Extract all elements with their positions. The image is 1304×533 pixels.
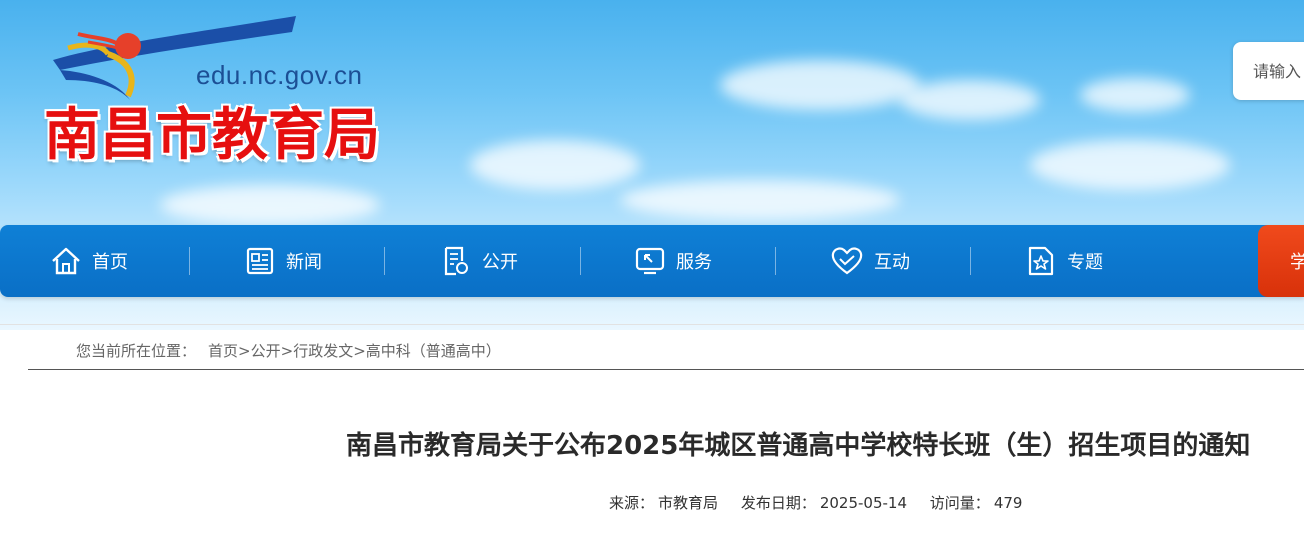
article-meta: 来源： 市教育局 发布日期： 2025-05-14 访问量： 479: [609, 492, 1026, 513]
nav-label: 专题: [1067, 252, 1103, 273]
nav-label: 公开: [482, 252, 518, 273]
nav-divider: [580, 247, 581, 275]
nav-label: 服务: [676, 252, 712, 273]
nav-item-home[interactable]: 首页: [50, 225, 128, 297]
breadcrumb: 您当前所在位置： 首页>公开>行政发文>高中科（普通高中）: [76, 340, 501, 361]
source-value: 市教育局: [658, 494, 719, 512]
views-label: 访问量：: [929, 494, 990, 512]
cloud: [470, 140, 640, 190]
cloud: [720, 60, 920, 110]
nav-divider: [189, 247, 190, 275]
views-value: 479: [993, 494, 1023, 512]
home-icon: [52, 247, 80, 275]
breadcrumb-link-public[interactable]: 公开: [251, 342, 281, 360]
breadcrumb-link-high-school[interactable]: 高中科（普通高中）: [366, 342, 501, 360]
cloud: [1030, 140, 1230, 190]
search-input[interactable]: [1233, 42, 1304, 100]
star-page-icon: [1028, 246, 1054, 276]
divider: [0, 324, 1304, 325]
nav-label: 互动: [874, 252, 910, 273]
cloud: [1080, 78, 1190, 112]
nav-divider: [970, 247, 971, 275]
document-icon: [444, 246, 468, 276]
breadcrumb-prefix: 您当前所在位置：: [76, 342, 197, 360]
breadcrumb-divider: [28, 369, 1304, 370]
source-label: 来源：: [609, 494, 655, 512]
nav-label: 新闻: [286, 252, 322, 273]
nav-item-topics[interactable]: 专题: [1025, 225, 1103, 297]
date-label: 发布日期：: [740, 494, 816, 512]
nav-item-public[interactable]: 公开: [440, 225, 518, 297]
nav-label: 首页: [92, 252, 128, 273]
nav-item-service[interactable]: 服务: [634, 225, 712, 297]
nav-item-extra[interactable]: 学: [1258, 225, 1304, 297]
nav-extra-label: 学: [1290, 252, 1304, 273]
heart-icon: [831, 247, 863, 275]
cloud: [620, 180, 900, 220]
breadcrumb-link-home[interactable]: 首页: [208, 342, 238, 360]
breadcrumb-separator: >: [353, 342, 366, 360]
nav-item-news[interactable]: 新闻: [244, 225, 322, 297]
breadcrumb-link-admin-docs[interactable]: 行政发文: [293, 342, 353, 360]
cloud: [900, 80, 1040, 120]
breadcrumb-separator: >: [280, 342, 294, 360]
newspaper-icon: [246, 247, 274, 275]
main-nav: 首页 新闻 公开 服务 互动 专题: [0, 225, 1304, 297]
nav-divider: [384, 247, 385, 275]
breadcrumb-separator: >: [238, 342, 251, 360]
date-value: 2025-05-14: [819, 494, 908, 512]
nav-divider: [775, 247, 776, 275]
org-logo-text: 南昌市教育局: [44, 103, 380, 168]
nav-item-interaction[interactable]: 互动: [830, 225, 910, 297]
article-title: 南昌市教育局关于公布2025年城区普通高中学校特长班（生）招生项目的通知: [346, 431, 1251, 461]
service-screen-icon: [635, 247, 665, 275]
search-box[interactable]: [1233, 42, 1304, 100]
cloud: [160, 185, 380, 225]
site-domain: edu.nc.gov.cn: [196, 60, 363, 90]
